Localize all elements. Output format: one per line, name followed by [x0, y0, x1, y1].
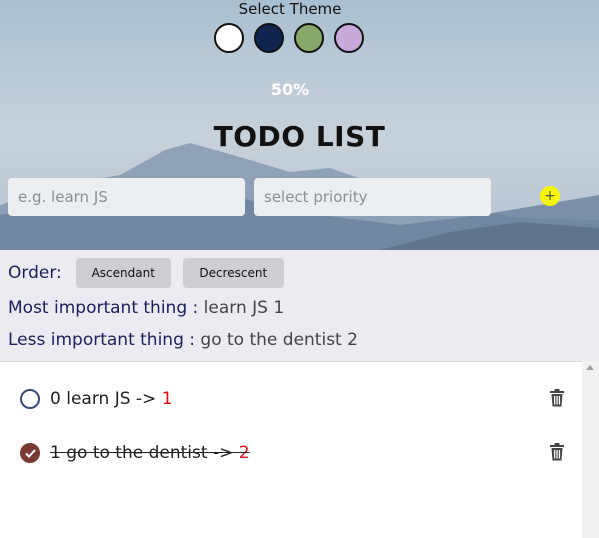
- todo-label: learn JS: [66, 389, 131, 409]
- theme-swatch-group: [214, 23, 364, 53]
- list-scrollbar[interactable]: [582, 361, 599, 538]
- todo-checkbox-checked[interactable]: [20, 443, 40, 463]
- scroll-up-icon[interactable]: [586, 365, 594, 370]
- plus-icon: +: [544, 188, 556, 204]
- theme-title: Select Theme: [238, 0, 342, 18]
- progress-percent: 50%: [270, 80, 310, 99]
- todo-index: 0: [50, 389, 61, 409]
- most-important-summary: Most important thing : learn JS 1: [8, 298, 284, 318]
- theme-swatch-navy[interactable]: [254, 23, 284, 53]
- todo-item: 1 go to the dentist -> 2: [20, 438, 565, 468]
- order-controls: Order: Ascendant Decrescent: [8, 258, 296, 288]
- todo-priority: 1: [161, 389, 173, 409]
- todo-input[interactable]: [8, 178, 245, 216]
- order-label: Order:: [8, 263, 62, 283]
- ascending-button[interactable]: Ascendant: [75, 258, 171, 288]
- most-important-value: learn JS 1: [203, 298, 285, 318]
- less-important-summary: Less important thing : go to the dentist…: [8, 330, 358, 350]
- todo-arrow: ->: [135, 389, 157, 409]
- priority-input[interactable]: [254, 178, 491, 216]
- most-important-label: Most important thing :: [8, 298, 199, 318]
- todo-label: go to the dentist: [66, 443, 213, 463]
- page-title: TODO LIST: [213, 120, 386, 153]
- less-important-label: Less important thing :: [8, 330, 195, 350]
- todo-item: 0 learn JS -> 1: [20, 384, 565, 414]
- trash-icon[interactable]: [549, 389, 565, 407]
- add-todo-button[interactable]: +: [540, 186, 560, 206]
- theme-swatch-lavender[interactable]: [334, 23, 364, 53]
- todo-text: 1 go to the dentist -> 2: [50, 443, 250, 463]
- todo-priority: 2: [238, 443, 250, 463]
- theme-swatch-white[interactable]: [214, 23, 244, 53]
- todo-text: 0 learn JS -> 1: [50, 389, 173, 409]
- todo-checkbox[interactable]: [20, 389, 40, 409]
- todo-index: 1: [50, 443, 61, 463]
- descending-button[interactable]: Decrescent: [182, 258, 284, 288]
- less-important-value: go to the dentist 2: [200, 330, 358, 350]
- header-banner: Select Theme 50% TODO LIST +: [0, 0, 599, 250]
- todo-arrow: ->: [212, 443, 234, 463]
- trash-icon[interactable]: [549, 443, 565, 461]
- theme-swatch-green[interactable]: [294, 23, 324, 53]
- check-icon: [24, 448, 36, 458]
